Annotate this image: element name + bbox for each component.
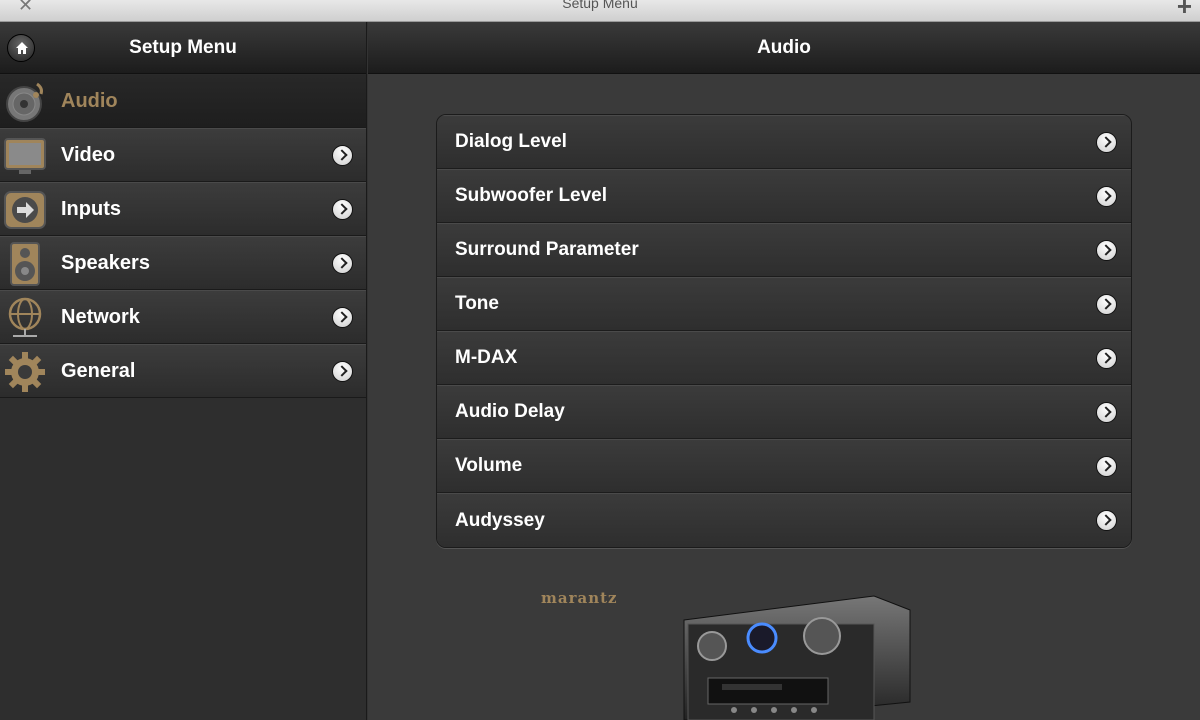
sidebar-item-audio[interactable]: Audio bbox=[0, 74, 366, 128]
chevron-right-icon bbox=[332, 307, 353, 328]
list-item-label: Audyssey bbox=[455, 509, 545, 531]
sidebar-item-inputs[interactable]: Inputs bbox=[0, 182, 366, 236]
sidebar-header: Setup Menu bbox=[0, 22, 366, 74]
chevron-right-icon bbox=[1096, 348, 1117, 369]
main-header: Audio bbox=[368, 22, 1200, 74]
sidebar-item-label: Audio bbox=[61, 89, 118, 112]
chevron-right-icon bbox=[1096, 402, 1117, 423]
chevron-right-icon bbox=[1096, 132, 1117, 153]
chevron-right-icon bbox=[332, 361, 353, 382]
home-icon bbox=[16, 42, 28, 54]
plus-icon[interactable]: + bbox=[1177, 0, 1192, 22]
page-title: Audio bbox=[757, 36, 811, 58]
window-titlebar: ✕ Setup Menu + bbox=[0, 0, 1200, 22]
chevron-right-icon bbox=[332, 199, 353, 220]
sidebar-item-general[interactable]: General bbox=[0, 344, 366, 398]
list-item-label: Audio Delay bbox=[455, 401, 565, 422]
list-item-audyssey[interactable]: Audyssey bbox=[437, 493, 1131, 547]
sidebar-title: Setup Menu bbox=[129, 36, 237, 58]
sidebar-item-label: Video bbox=[61, 143, 116, 166]
chevron-right-icon bbox=[1096, 294, 1117, 315]
sidebar-item-video[interactable]: Video bbox=[0, 128, 366, 182]
list-item-label: Subwoofer Level bbox=[455, 185, 608, 206]
list-item-volume[interactable]: Volume bbox=[437, 439, 1131, 493]
globe-icon bbox=[8, 297, 42, 337]
list-item-tone[interactable]: Tone bbox=[437, 277, 1131, 331]
home-button[interactable] bbox=[7, 34, 35, 62]
monitor-icon bbox=[4, 138, 46, 174]
gear-icon bbox=[5, 352, 45, 392]
sidebar-item-label: Network bbox=[61, 305, 140, 328]
chevron-right-icon bbox=[1096, 510, 1117, 531]
list-item-subwoofer-level[interactable]: Subwoofer Level bbox=[437, 169, 1131, 223]
list-item-dialog-level[interactable]: Dialog Level bbox=[437, 115, 1131, 169]
list-item-m-dax[interactable]: M-DAX bbox=[437, 331, 1131, 385]
list-item-audio-delay[interactable]: Audio Delay bbox=[437, 385, 1131, 439]
chevron-right-icon bbox=[1096, 186, 1117, 207]
brand-logo: marantz bbox=[541, 589, 618, 607]
input-arrow-icon bbox=[4, 191, 46, 229]
list-item-surround-parameter[interactable]: Surround Parameter bbox=[437, 223, 1131, 277]
sidebar: Setup Menu Audio Video Inputs Speakers N… bbox=[0, 22, 367, 720]
sidebar-item-network[interactable]: Network bbox=[0, 290, 366, 344]
list-item-label: M-DAX bbox=[455, 347, 518, 368]
sidebar-item-speakers[interactable]: Speakers bbox=[0, 236, 366, 290]
chevron-right-icon bbox=[1096, 240, 1117, 261]
chevron-right-icon bbox=[332, 145, 353, 166]
audio-disc-icon bbox=[6, 82, 43, 122]
audio-settings-list: Dialog Level Subwoofer Level Surround Pa… bbox=[436, 114, 1132, 548]
list-item-label: Tone bbox=[455, 293, 499, 314]
sidebar-item-label: Speakers bbox=[61, 251, 150, 274]
chevron-right-icon bbox=[332, 253, 353, 274]
window-title: Setup Menu bbox=[562, 0, 638, 11]
receiver-image bbox=[683, 595, 911, 720]
speaker-icon bbox=[10, 242, 40, 286]
chevron-right-icon bbox=[1096, 456, 1117, 477]
sidebar-item-label: Inputs bbox=[61, 197, 121, 220]
sidebar-item-label: General bbox=[61, 359, 136, 382]
list-item-label: Surround Parameter bbox=[455, 239, 639, 260]
main-panel: Audio Dialog Level Subwoofer Level Surro… bbox=[368, 22, 1200, 720]
list-item-label: Dialog Level bbox=[455, 131, 567, 152]
list-item-label: Volume bbox=[455, 455, 523, 476]
